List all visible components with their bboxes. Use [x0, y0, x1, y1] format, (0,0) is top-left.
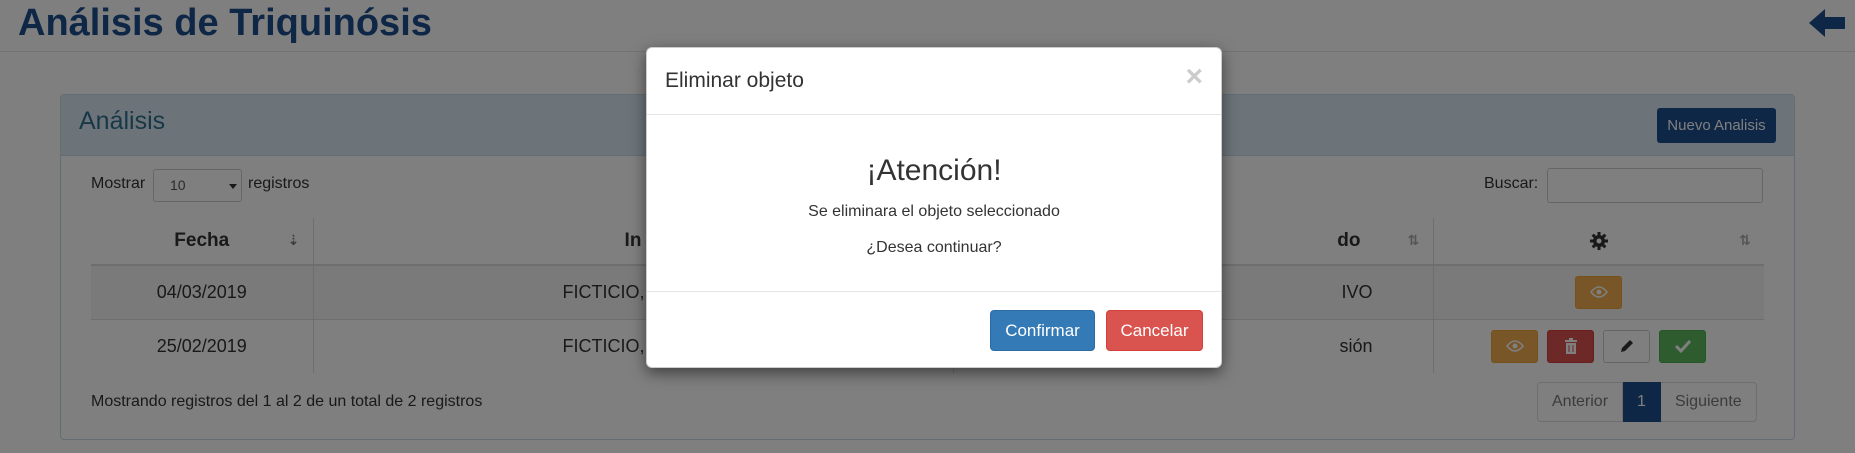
modal-footer: Confirmar Cancelar [647, 291, 1221, 369]
close-icon[interactable]: × [1185, 62, 1203, 92]
modal-header: Eliminar objeto × [647, 48, 1221, 115]
cancel-button[interactable]: Cancelar [1106, 310, 1203, 351]
modal-heading: ¡Atención! [866, 154, 1002, 187]
modal-title: Eliminar objeto [665, 69, 804, 92]
modal-question: ¿Desea continuar? [866, 239, 1002, 256]
modal-message: Se eliminara el objeto seleccionado [808, 203, 1060, 220]
delete-modal: Eliminar objeto × ¡Atención! Se eliminar… [646, 47, 1222, 368]
confirm-button[interactable]: Confirmar [990, 310, 1095, 351]
